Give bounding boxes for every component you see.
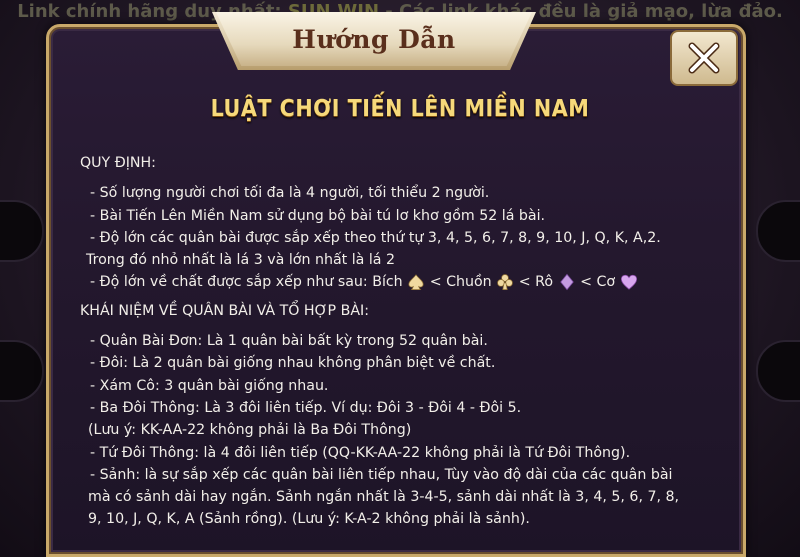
rules-content: QUY ĐỊNH: - Số lượng người chơi tối đa l… [80, 152, 730, 531]
suit-club-label: < Chuồn [429, 274, 492, 291]
concept-line: - Đôi: Là 2 quân bài giống nhau không ph… [90, 355, 496, 372]
concept-line: mà có sảnh dài hay ngắn. Sảnh ngắn nhất … [88, 489, 680, 506]
spade-icon [408, 274, 424, 291]
suit-order-line: - Độ lớn về chất được sắp xếp như sau: B… [80, 271, 730, 293]
close-button[interactable] [670, 30, 738, 86]
section-title-concepts: KHÁI NIỆM VỀ QUÂN BÀI VÀ TỔ HỢP BÀI: [80, 302, 370, 319]
club-icon [497, 274, 514, 291]
rules-heading: LUẬT CHƠI TIẾN LÊN MIỀN NAM [210, 96, 590, 122]
title-plate: Hướng Dẫn [216, 12, 532, 66]
rule-line: - Số lượng người chơi tối đa là 4 người,… [90, 185, 490, 202]
concept-note: (Lưu ý: KK-AA-22 không phải là Ba Đôi Th… [88, 422, 412, 439]
suit-heart-label: < Cơ [580, 274, 616, 291]
dialog-title: Hướng Dẫn [292, 24, 456, 54]
suit-order-prefix: - Độ lớn về chất được sắp xếp như sau: B… [90, 274, 403, 291]
concept-line: - Tứ Đôi Thông: là 4 đôi liên tiếp (QQ-K… [90, 444, 631, 461]
diamond-icon [559, 274, 574, 291]
concept-line: - Sảnh: là sự sắp xếp các quân bài liên … [90, 466, 673, 483]
concept-line: 9, 10, J, Q, K, A (Sảnh rồng). (Lưu ý: K… [88, 511, 530, 528]
suit-diamond-label: < Rô [518, 274, 554, 291]
section-title-rules: QUY ĐỊNH: [80, 155, 156, 171]
rule-line: - Độ lớn các quân bài được sắp xếp theo … [90, 229, 661, 246]
rule-line: - Bài Tiến Lên Miền Nam sử dụng bộ bài t… [90, 207, 546, 224]
concept-line: - Ba Đôi Thông: Là 3 đôi liên tiếp. Ví d… [90, 399, 522, 416]
concept-line: - Quân Bài Đơn: Là 1 quân bài bất kỳ tro… [90, 333, 488, 350]
rule-line: Trong đó nhỏ nhất là lá 3 và lớn nhất là… [86, 252, 396, 269]
concept-line: - Xám Cô: 3 quân bài giống nhau. [90, 377, 329, 394]
heart-icon [620, 275, 637, 291]
close-icon [688, 42, 720, 74]
